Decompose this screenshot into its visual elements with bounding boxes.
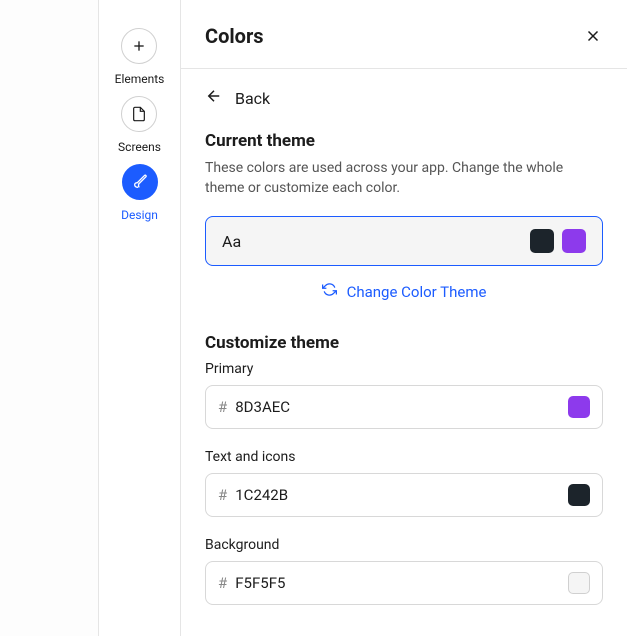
color-swatch[interactable] bbox=[568, 484, 590, 506]
color-input-row[interactable]: # 1C242B bbox=[205, 473, 603, 517]
swatch-accent bbox=[562, 229, 586, 253]
sidebar-item-screens[interactable]: Screens bbox=[118, 96, 161, 154]
color-swatch[interactable] bbox=[568, 572, 590, 594]
panel-body: Back Current theme These colors are used… bbox=[181, 69, 627, 643]
customize-title: Customize theme bbox=[205, 333, 603, 353]
hash-symbol: # bbox=[218, 574, 227, 592]
color-swatch[interactable] bbox=[568, 396, 590, 418]
swatch-pair bbox=[530, 229, 586, 253]
plus-icon bbox=[121, 28, 157, 64]
theme-preview-card[interactable]: Aa bbox=[205, 216, 603, 266]
field-primary: Primary # 8D3AEC bbox=[205, 361, 603, 429]
sidebar-item-label: Design bbox=[121, 208, 158, 222]
color-input-row[interactable]: # F5F5F5 bbox=[205, 561, 603, 605]
sidebar-item-label: Elements bbox=[115, 72, 165, 86]
sidebar-item-design[interactable]: Design bbox=[121, 164, 158, 222]
refresh-icon bbox=[322, 282, 337, 301]
current-theme-desc: These colors are used across your app. C… bbox=[205, 159, 603, 198]
brush-icon bbox=[122, 164, 158, 200]
close-button[interactable] bbox=[583, 26, 603, 46]
field-label: Background bbox=[205, 537, 603, 553]
field-label: Text and icons bbox=[205, 449, 603, 465]
back-label: Back bbox=[235, 89, 270, 108]
change-theme-label: Change Color Theme bbox=[347, 283, 487, 301]
sidebar-item-elements[interactable]: Elements bbox=[115, 28, 165, 86]
current-theme-title: Current theme bbox=[205, 131, 603, 151]
swatch-dark bbox=[530, 229, 554, 253]
panel: Colors Back Current theme These colors a… bbox=[181, 0, 627, 636]
theme-sample-text: Aa bbox=[222, 232, 241, 251]
hash-symbol: # bbox=[218, 486, 227, 504]
hash-symbol: # bbox=[218, 398, 227, 416]
field-label: Primary bbox=[205, 361, 603, 377]
document-icon bbox=[121, 96, 157, 132]
left-gutter bbox=[0, 0, 99, 636]
hex-input[interactable]: 1C242B bbox=[235, 486, 560, 504]
panel-header: Colors bbox=[181, 0, 627, 69]
back-button[interactable]: Back bbox=[205, 87, 603, 109]
field-text-icons: Text and icons # 1C242B bbox=[205, 449, 603, 517]
panel-title: Colors bbox=[205, 24, 264, 48]
field-background: Background # F5F5F5 bbox=[205, 537, 603, 605]
change-theme-button[interactable]: Change Color Theme bbox=[205, 282, 603, 301]
arrow-left-icon bbox=[205, 87, 223, 109]
sidebar: Elements Screens Design bbox=[99, 0, 181, 636]
hex-input[interactable]: F5F5F5 bbox=[235, 574, 560, 592]
hex-input[interactable]: 8D3AEC bbox=[235, 398, 560, 416]
color-input-row[interactable]: # 8D3AEC bbox=[205, 385, 603, 429]
sidebar-item-label: Screens bbox=[118, 140, 161, 154]
